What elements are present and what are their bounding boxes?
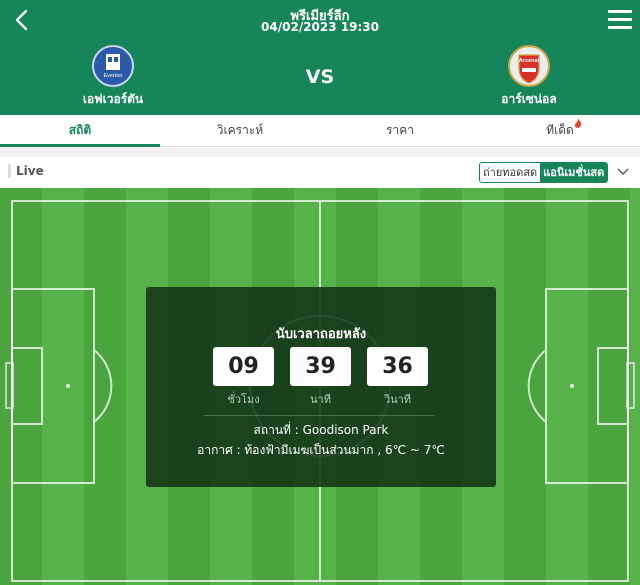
live-animation-option[interactable]: แอนิเมชั่นสด [540,163,608,182]
tab-stats-label: สถิติ [68,123,92,137]
match-datetime: 04/02/2023 19:30 [261,20,379,34]
weather-info: อากาศ : ท้องฟ้ามีเมฆเป็นส่วนมาก , 6℃ ~ 7… [197,443,445,457]
live-label: Live [8,164,44,178]
live-stream-option[interactable]: ถ่ายทอดสด [480,163,541,182]
chevron-down-icon[interactable] [616,166,630,178]
fire-icon [574,118,581,128]
countdown-title: นับเวลาถอยหลัง [275,327,367,342]
tab-analysis[interactable]: วิเคราะห์ [160,115,320,146]
match-page: พรีเมียร์ลีก 04/02/2023 19:30 Everton เอ… [0,0,640,585]
hours-label: ชั่วโมง [227,393,260,406]
match-tabs: สถิติ วิเคราะห์ ราคา ทีเด็ด [0,115,640,147]
live-bar: Live ถ่ายทอดสด แอนิเมชั่นสด [0,157,640,188]
tab-analysis-label: วิเคราะห์ [216,123,264,137]
minutes-label: นาที [310,393,331,406]
countdown-seconds: 36 [367,347,428,386]
live-mode-toggle: ถ่ายทอดสด แอนิเมชั่นสด [479,162,609,183]
tab-tips[interactable]: ทีเด็ด [480,115,640,146]
countdown-panel: นับเวลาถอยหลัง 09 39 36 ชั่วโมง นาที วิน… [146,287,496,487]
svg-text:Arsenal: Arsenal [519,58,540,64]
tab-tips-label: ทีเด็ด [546,123,574,137]
away-team-name: อาร์เซน่อล [501,92,557,106]
match-header: พรีเมียร์ลีก 04/02/2023 19:30 Everton เอ… [0,0,640,115]
section-divider [0,148,640,157]
seconds-label: วินาที [383,393,412,406]
countdown-hours: 09 [213,347,274,386]
away-team[interactable]: Arsenal อาร์เซน่อล [449,44,609,109]
countdown-divider [204,415,434,416]
tab-odds-label: ราคา [386,123,414,137]
tab-stats[interactable]: สถิติ [0,115,160,147]
countdown-minutes: 39 [290,347,351,386]
home-team-name: เอฟเวอร์ตัน [82,92,144,106]
arsenal-crest-icon: Arsenal [508,45,550,87]
venue-info: สถานที่ : Goodison Park [253,423,389,437]
tab-odds[interactable]: ราคา [320,115,480,146]
menu-button[interactable] [608,10,632,30]
hamburger-icon [608,10,632,13]
